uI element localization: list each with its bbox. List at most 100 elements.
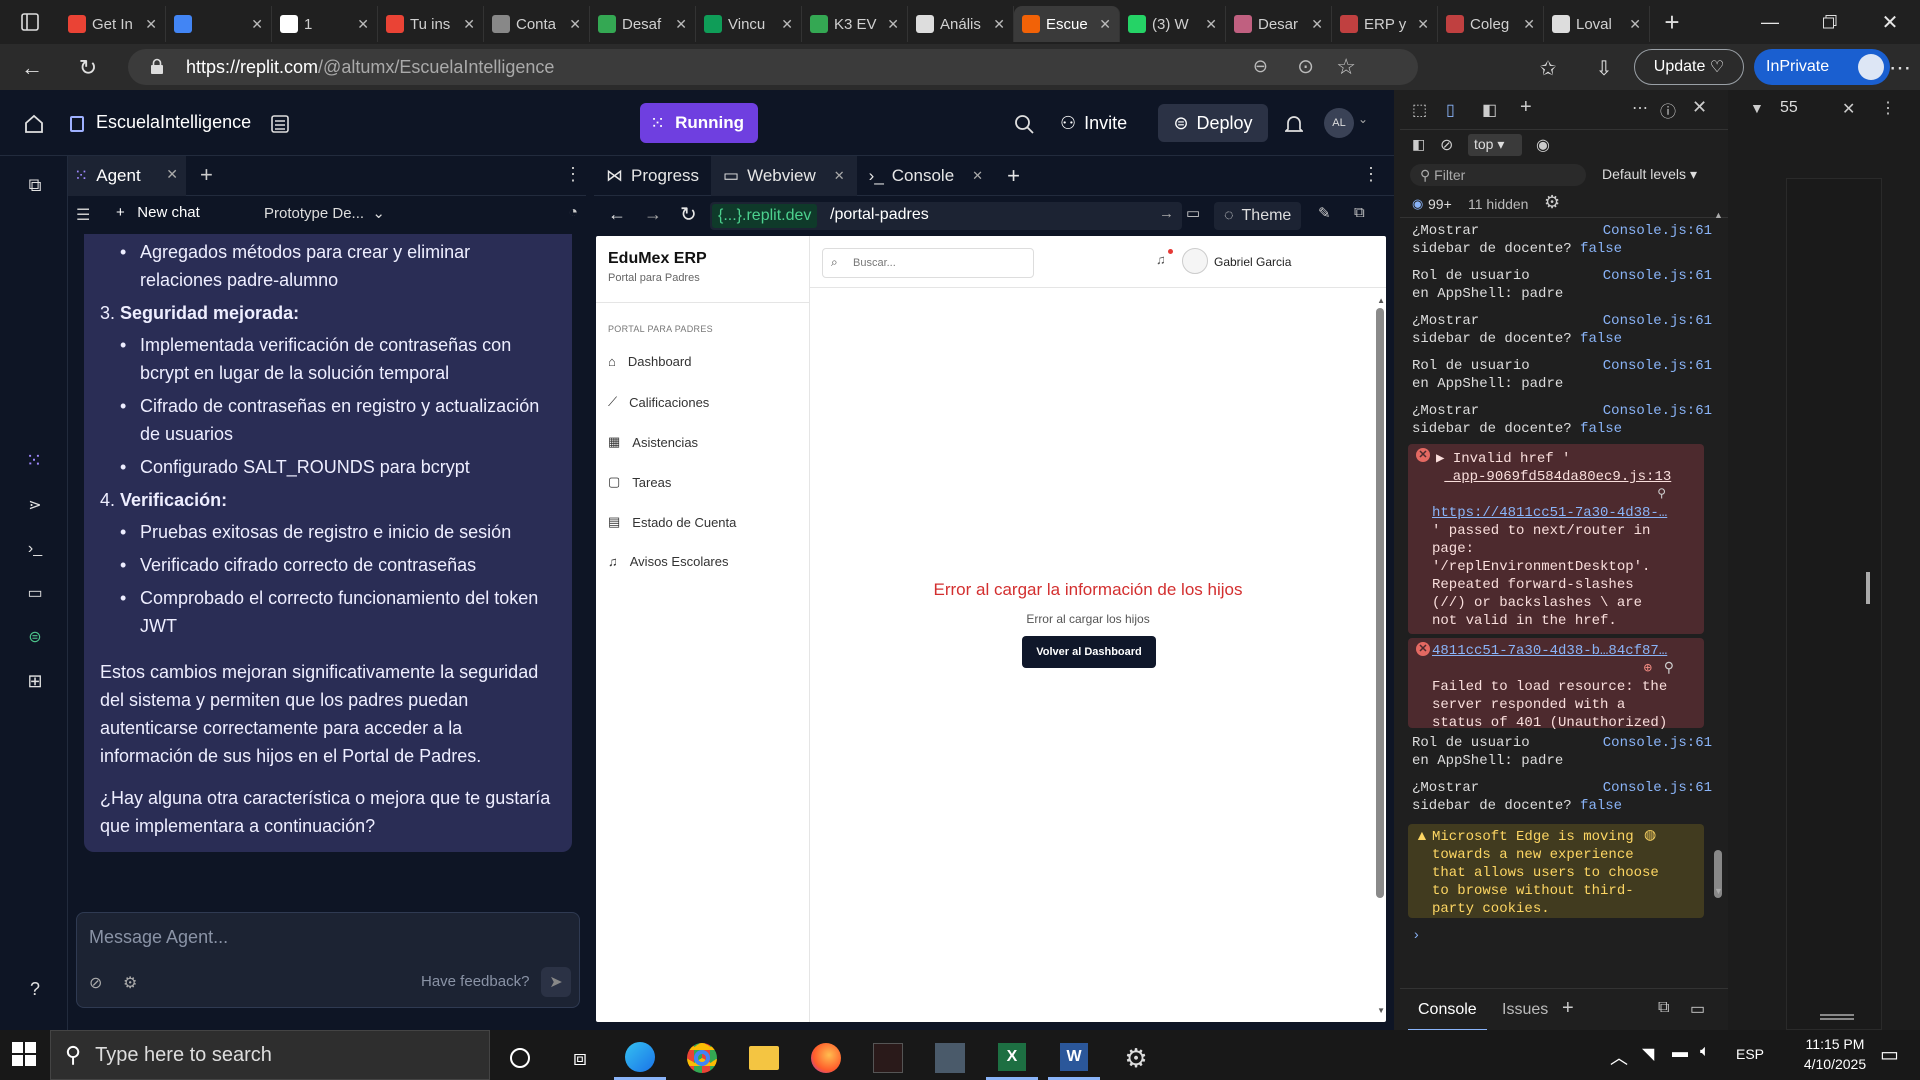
home-icon[interactable] (20, 110, 48, 138)
prototype-dropdown[interactable]: Prototype De... ⌄ (264, 204, 385, 222)
avatar-chevron-icon[interactable]: ⌄ (1358, 112, 1368, 126)
sidebar-item-tareas[interactable]: ▢ Tareas (608, 474, 671, 490)
levels-dropdown[interactable]: Default levels ▾ (1602, 166, 1697, 183)
devtools-toggle-icon[interactable]: ▭ (1186, 204, 1200, 222)
tab-webview[interactable]: ▭ Webview ✕ (711, 155, 857, 196)
wrench-icon[interactable]: ✎ (1318, 204, 1331, 222)
browser-tab[interactable]: Vincu ✕ (696, 6, 802, 42)
notification-bell-icon[interactable]: ♫ (1156, 252, 1166, 267)
browser-tab[interactable]: Coleg ✕ (1438, 6, 1544, 42)
sidebar-item-asistencias[interactable]: ▦ Asistencias (608, 434, 698, 450)
tab-progress[interactable]: ⋈ Progress (594, 156, 711, 196)
sidebar-item-dashboard[interactable]: ⌂ Dashboard (608, 354, 691, 369)
collapse-drawer-icon[interactable]: ▭ (1690, 999, 1705, 1019)
back-icon[interactable]: ← (608, 204, 626, 225)
sidebar-toggle-icon[interactable]: ◧ (1412, 136, 1425, 153)
deploy-button[interactable]: ⊜ Deploy (1158, 104, 1268, 142)
edge-icon[interactable] (614, 1036, 666, 1080)
new-chat-button[interactable]: + New chat (116, 204, 200, 221)
close-tab-icon[interactable]: ✕ (1523, 16, 1535, 33)
network-icon[interactable]: ◥ (1642, 1044, 1654, 1064)
agent-rail-icon[interactable]: ⁙ (20, 446, 48, 474)
help-icon[interactable]: ⓘ (1660, 98, 1676, 122)
tab-console[interactable]: ›_ Console ✕ (857, 156, 995, 196)
close-tab-icon[interactable]: ✕ (569, 16, 581, 33)
settings-icon[interactable]: ⚙ (123, 973, 137, 993)
expand-icon[interactable]: ▶ (1436, 451, 1444, 467)
layout-icon[interactable]: ⧉ (22, 172, 48, 198)
deploy-rail-icon[interactable]: ⊜ (22, 624, 48, 650)
show-hidden-icons[interactable]: ︿ (1610, 1044, 1628, 1070)
browser-tab[interactable]: ✕ (166, 6, 272, 42)
browser-tab[interactable]: 1 ✕ (272, 6, 378, 42)
undock-drawer-icon[interactable]: ⧉ (1658, 999, 1669, 1017)
more-options-icon[interactable]: ⋯ (1632, 98, 1648, 118)
close-tab-icon[interactable]: ✕ (1205, 16, 1217, 33)
scroll-down-icon[interactable]: ▼ (1377, 1006, 1385, 1015)
word-icon[interactable]: W (1048, 1036, 1100, 1080)
settings-icon[interactable]: ⚙ (1110, 1036, 1162, 1080)
reload-icon[interactable]: ↻ (680, 202, 697, 227)
browser-tab[interactable]: Escue ✕ (1014, 6, 1120, 42)
browser-tab[interactable]: K3 EV ✕ (802, 6, 908, 42)
close-icon[interactable]: ✕ (1692, 97, 1707, 118)
favorites-icon[interactable]: ✩ (1530, 50, 1566, 86)
live-expression-icon[interactable]: ◉ (1536, 135, 1550, 155)
notifications-icon[interactable] (1280, 110, 1308, 138)
cortana-icon[interactable] (494, 1036, 546, 1080)
close-icon[interactable]: ✕ (166, 166, 178, 183)
close-tab-icon[interactable]: ✕ (781, 16, 793, 33)
update-button[interactable]: Update ♡ (1634, 49, 1744, 85)
shell-rail-icon[interactable]: ›_ (22, 536, 48, 562)
webview-rail-icon[interactable]: ▭ (22, 580, 48, 606)
error-link[interactable]: https://4811cc51-7a30-4d38-… (1432, 505, 1667, 521)
search-icon[interactable]: ⚲ (1657, 486, 1666, 500)
back-icon[interactable]: ← (14, 50, 50, 86)
preview-scrollbar[interactable] (1376, 308, 1384, 898)
console-settings-icon[interactable]: ⚙ (1544, 192, 1560, 213)
add-tab-button[interactable]: + (200, 162, 213, 188)
refresh-icon[interactable]: ↻ (70, 50, 106, 86)
error-link[interactable]: 4811cc51-7a30-4d38-b…84cf87… (1432, 643, 1667, 659)
browser-tab[interactable]: Desaf ✕ (590, 6, 696, 42)
kebab-menu-icon[interactable]: ⋮ (1362, 164, 1380, 185)
taskbar-search[interactable]: ⚲ Type here to search (50, 1030, 490, 1080)
console-rail-icon[interactable]: ⋗ (22, 492, 48, 518)
dock-icon[interactable]: ◧ (1482, 100, 1497, 120)
project-name[interactable]: EscuelaIntelligence (96, 112, 251, 133)
send-button[interactable]: ➤ (541, 967, 571, 997)
scroll-down-icon[interactable]: ▼ (1714, 886, 1723, 896)
tab-agent[interactable]: ⁙ Agent ✕ (68, 156, 186, 196)
close-tab-icon[interactable]: ✕ (1629, 16, 1641, 33)
language-indicator[interactable]: ESP (1736, 1046, 1764, 1062)
remote-desktop-icon[interactable] (924, 1036, 976, 1080)
files-icon[interactable] (268, 112, 292, 136)
all-tools-icon[interactable]: ⊞ (22, 668, 48, 694)
close-tab-icon[interactable]: ✕ (357, 16, 369, 33)
close-tab-icon[interactable]: ✕ (993, 16, 1005, 33)
file-explorer-icon[interactable] (738, 1036, 790, 1080)
browser-tab[interactable]: Get In ✕ (60, 6, 166, 42)
app-search-input[interactable]: ⌕ Buscar... (822, 248, 1034, 278)
browser-tab[interactable]: ERP y ✕ (1332, 6, 1438, 42)
favorite-star-icon[interactable]: ☆ (1336, 54, 1356, 80)
invite-button[interactable]: ⚇ Invite (1060, 106, 1127, 140)
close-tab-icon[interactable]: ✕ (251, 16, 263, 33)
slider-handle[interactable] (1820, 1014, 1854, 1020)
chevron-down-icon[interactable]: ▼ (1750, 100, 1764, 116)
sidebar-item-estado-de-cuenta[interactable]: ▤ Estado de Cuenta (608, 514, 736, 530)
close-tab-icon[interactable]: ✕ (1099, 16, 1111, 33)
device-icon[interactable]: ▯ (1446, 100, 1455, 120)
inspect-icon[interactable]: ⬚ (1412, 100, 1427, 120)
reader-icon[interactable]: ⊙ (1297, 54, 1314, 79)
start-button[interactable] (12, 1042, 38, 1068)
clock[interactable]: 11:15 PM 4/10/2025 (1790, 1034, 1880, 1074)
more-options-icon[interactable]: ⋮ (1880, 98, 1896, 118)
run-button[interactable]: ⁙ Running (640, 103, 758, 143)
close-icon[interactable]: ✕ (972, 168, 983, 184)
volume-icon[interactable]: 🔈︎ (1700, 1043, 1710, 1061)
scroll-up-icon[interactable]: ▲ (1377, 296, 1385, 305)
kebab-menu-icon[interactable]: ⋮ (564, 164, 582, 185)
console-scrollbar[interactable]: ▲ ▼ (1712, 210, 1724, 900)
error-source[interactable]: _app-9069fd584da80ec9.js:13 (1444, 469, 1671, 485)
